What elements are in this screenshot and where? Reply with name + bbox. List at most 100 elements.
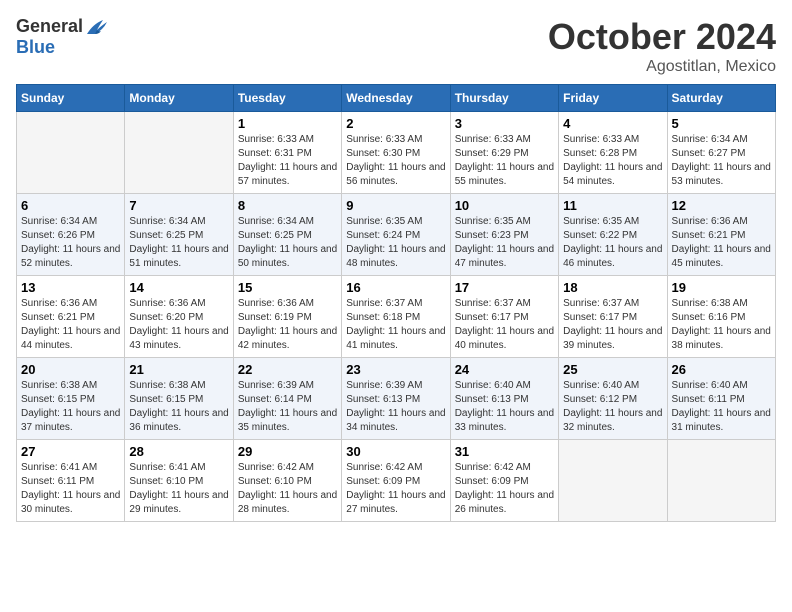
week-row-2: 6Sunrise: 6:34 AMSunset: 6:26 PMDaylight… [17, 194, 776, 276]
day-info: Sunrise: 6:36 AMSunset: 6:21 PMDaylight:… [21, 297, 120, 353]
day-number: 28 [129, 444, 228, 459]
calendar-table: SundayMondayTuesdayWednesdayThursdayFrid… [16, 84, 776, 522]
logo: General Blue [16, 16, 111, 58]
calendar-cell: 6Sunrise: 6:34 AMSunset: 6:26 PMDaylight… [17, 194, 125, 276]
header-day-tuesday: Tuesday [233, 85, 341, 112]
calendar-cell: 20 Sunrise: 6:38 AMSunset: 6:15 PMDayligh… [17, 358, 125, 440]
calendar-cell [125, 112, 233, 194]
calendar-cell [559, 440, 667, 522]
calendar-cell: 15 Sunrise: 6:36 AMSunset: 6:19 PMDayligh… [233, 276, 341, 358]
day-info: Sunrise: 6:34 AMSunset: 6:25 PMDaylight:… [129, 215, 228, 271]
day-number: 11 [563, 198, 662, 213]
week-row-4: 20 Sunrise: 6:38 AMSunset: 6:15 PMDayligh… [17, 358, 776, 440]
day-number: 12 [672, 198, 771, 213]
calendar-cell: 8 Sunrise: 6:34 AMSunset: 6:25 PMDaylight… [233, 194, 341, 276]
day-info: Sunrise: 6:35 AMSunset: 6:24 PMDaylight:… [346, 215, 445, 271]
day-info: Sunrise: 6:42 AMSunset: 6:10 PMDaylight:… [238, 461, 337, 517]
day-info: Sunrise: 6:39 AMSunset: 6:13 PMDaylight:… [346, 379, 445, 435]
day-info: Sunrise: 6:34 AMSunset: 6:26 PMDaylight:… [21, 215, 120, 271]
calendar-header: SundayMondayTuesdayWednesdayThursdayFrid… [17, 85, 776, 112]
calendar-cell: 1 Sunrise: 6:33 AMSunset: 6:31 PMDaylight… [233, 112, 341, 194]
week-row-1: 1 Sunrise: 6:33 AMSunset: 6:31 PMDaylight… [17, 112, 776, 194]
calendar-cell: 18 Sunrise: 6:37 AMSunset: 6:17 PMDayligh… [559, 276, 667, 358]
day-info: Sunrise: 6:35 AMSunset: 6:22 PMDaylight:… [563, 215, 662, 271]
month-title: October 2024 [548, 16, 776, 58]
calendar-cell: 31 Sunrise: 6:42 AMSunset: 6:09 PMDayligh… [450, 440, 558, 522]
day-number: 25 [563, 362, 662, 377]
day-number: 8 [238, 198, 337, 213]
day-info: Sunrise: 6:33 AMSunset: 6:28 PMDaylight:… [563, 133, 662, 189]
day-number: 14 [129, 280, 228, 295]
calendar-cell: 26Sunrise: 6:40 AMSunset: 6:11 PMDayligh… [667, 358, 775, 440]
day-info: Sunrise: 6:36 AMSunset: 6:19 PMDaylight:… [238, 297, 337, 353]
day-number: 18 [563, 280, 662, 295]
day-number: 4 [563, 116, 662, 131]
day-info: Sunrise: 6:37 AMSunset: 6:17 PMDaylight:… [455, 297, 554, 353]
day-info: Sunrise: 6:42 AMSunset: 6:09 PMDaylight:… [455, 461, 554, 517]
calendar-cell: 22 Sunrise: 6:39 AMSunset: 6:14 PMDayligh… [233, 358, 341, 440]
day-number: 2 [346, 116, 445, 131]
header-day-thursday: Thursday [450, 85, 558, 112]
day-number: 3 [455, 116, 554, 131]
header: General Blue October 2024 Agostitlan, Me… [16, 16, 776, 76]
header-day-sunday: Sunday [17, 85, 125, 112]
calendar-cell: 10Sunrise: 6:35 AMSunset: 6:23 PMDayligh… [450, 194, 558, 276]
week-row-3: 13Sunrise: 6:36 AMSunset: 6:21 PMDayligh… [17, 276, 776, 358]
calendar-cell: 27 Sunrise: 6:41 AMSunset: 6:11 PMDayligh… [17, 440, 125, 522]
day-number: 7 [129, 198, 228, 213]
day-info: Sunrise: 6:39 AMSunset: 6:14 PMDaylight:… [238, 379, 337, 435]
day-info: Sunrise: 6:40 AMSunset: 6:13 PMDaylight:… [455, 379, 554, 435]
logo-general-text: General [16, 17, 83, 37]
calendar-cell: 5 Sunrise: 6:34 AMSunset: 6:27 PMDaylight… [667, 112, 775, 194]
day-number: 20 [21, 362, 120, 377]
calendar-cell: 7 Sunrise: 6:34 AMSunset: 6:25 PMDaylight… [125, 194, 233, 276]
day-info: Sunrise: 6:33 AMSunset: 6:30 PMDaylight:… [346, 133, 445, 189]
day-info: Sunrise: 6:33 AMSunset: 6:31 PMDaylight:… [238, 133, 337, 189]
day-number: 5 [672, 116, 771, 131]
day-info: Sunrise: 6:42 AMSunset: 6:09 PMDaylight:… [346, 461, 445, 517]
day-info: Sunrise: 6:34 AMSunset: 6:27 PMDaylight:… [672, 133, 771, 189]
day-number: 31 [455, 444, 554, 459]
calendar-cell: 21Sunrise: 6:38 AMSunset: 6:15 PMDayligh… [125, 358, 233, 440]
day-info: Sunrise: 6:36 AMSunset: 6:21 PMDaylight:… [672, 215, 771, 271]
day-number: 21 [129, 362, 228, 377]
day-info: Sunrise: 6:40 AMSunset: 6:12 PMDaylight:… [563, 379, 662, 435]
day-number: 19 [672, 280, 771, 295]
logo-bird-icon [83, 16, 111, 38]
calendar-cell: 3 Sunrise: 6:33 AMSunset: 6:29 PMDaylight… [450, 112, 558, 194]
day-info: Sunrise: 6:41 AMSunset: 6:11 PMDaylight:… [21, 461, 120, 517]
day-number: 27 [21, 444, 120, 459]
day-number: 16 [346, 280, 445, 295]
calendar-cell: 11 Sunrise: 6:35 AMSunset: 6:22 PMDayligh… [559, 194, 667, 276]
calendar-cell: 23Sunrise: 6:39 AMSunset: 6:13 PMDayligh… [342, 358, 450, 440]
day-info: Sunrise: 6:34 AMSunset: 6:25 PMDaylight:… [238, 215, 337, 271]
logo-blue-text: Blue [16, 38, 111, 58]
calendar-cell [17, 112, 125, 194]
calendar-body: 1 Sunrise: 6:33 AMSunset: 6:31 PMDaylight… [17, 112, 776, 522]
calendar-cell: 4 Sunrise: 6:33 AMSunset: 6:28 PMDaylight… [559, 112, 667, 194]
day-info: Sunrise: 6:38 AMSunset: 6:16 PMDaylight:… [672, 297, 771, 353]
calendar-cell: 14 Sunrise: 6:36 AMSunset: 6:20 PMDayligh… [125, 276, 233, 358]
calendar-cell: 9Sunrise: 6:35 AMSunset: 6:24 PMDaylight… [342, 194, 450, 276]
day-number: 1 [238, 116, 337, 131]
day-number: 17 [455, 280, 554, 295]
day-info: Sunrise: 6:38 AMSunset: 6:15 PMDaylight:… [21, 379, 120, 435]
calendar-cell: 24Sunrise: 6:40 AMSunset: 6:13 PMDayligh… [450, 358, 558, 440]
day-info: Sunrise: 6:40 AMSunset: 6:11 PMDaylight:… [672, 379, 771, 435]
day-number: 15 [238, 280, 337, 295]
day-info: Sunrise: 6:36 AMSunset: 6:20 PMDaylight:… [129, 297, 228, 353]
header-day-friday: Friday [559, 85, 667, 112]
title-area: October 2024 Agostitlan, Mexico [548, 16, 776, 76]
day-info: Sunrise: 6:41 AMSunset: 6:10 PMDaylight:… [129, 461, 228, 517]
calendar-cell: 2 Sunrise: 6:33 AMSunset: 6:30 PMDaylight… [342, 112, 450, 194]
day-info: Sunrise: 6:33 AMSunset: 6:29 PMDaylight:… [455, 133, 554, 189]
calendar-cell: 30Sunrise: 6:42 AMSunset: 6:09 PMDayligh… [342, 440, 450, 522]
calendar-cell: 29Sunrise: 6:42 AMSunset: 6:10 PMDayligh… [233, 440, 341, 522]
day-number: 22 [238, 362, 337, 377]
header-day-monday: Monday [125, 85, 233, 112]
day-info: Sunrise: 6:37 AMSunset: 6:18 PMDaylight:… [346, 297, 445, 353]
calendar-cell: 16 Sunrise: 6:37 AMSunset: 6:18 PMDayligh… [342, 276, 450, 358]
calendar-cell: 19 Sunrise: 6:38 AMSunset: 6:16 PMDayligh… [667, 276, 775, 358]
calendar-cell: 28 Sunrise: 6:41 AMSunset: 6:10 PMDayligh… [125, 440, 233, 522]
day-info: Sunrise: 6:37 AMSunset: 6:17 PMDaylight:… [563, 297, 662, 353]
